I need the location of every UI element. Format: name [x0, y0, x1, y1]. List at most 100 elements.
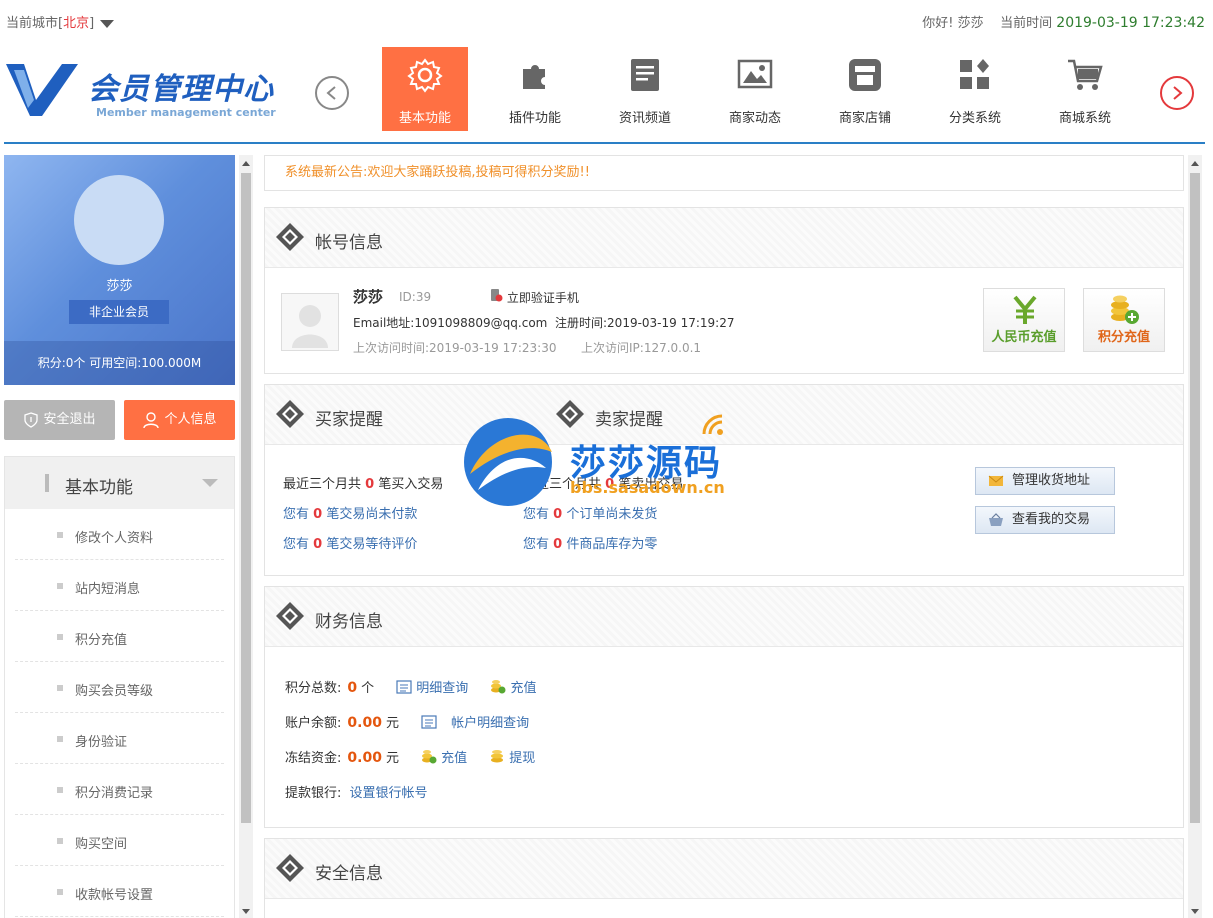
user-time-info: 你好! 莎莎 当前时间 2019-03-19 17:23:42	[922, 12, 1205, 31]
sidebar-item-edit-profile[interactable]: 修改个人资料	[15, 509, 224, 560]
sidebar-scrollbar[interactable]	[239, 155, 253, 918]
sidebar-item-messages[interactable]: 站内短消息	[15, 560, 224, 611]
city-dropdown-icon[interactable]	[100, 19, 115, 28]
buyer-reminder-title: 买家提醒	[315, 410, 383, 430]
security-panel: 安全信息	[264, 838, 1184, 918]
logo-mark-icon	[6, 64, 78, 116]
puzzle-icon	[523, 65, 545, 89]
account-email: Email地址:1091098809@qq.com	[353, 316, 548, 330]
list-icon	[421, 715, 437, 729]
chevron-right-icon	[1173, 86, 1183, 100]
cart-icon	[1068, 59, 1103, 90]
image-icon	[737, 59, 773, 89]
nav-item-mall[interactable]: 商城系统	[1042, 47, 1128, 131]
profile-name: 莎莎	[106, 279, 133, 294]
document-icon	[631, 59, 659, 91]
nav-next-button[interactable]	[1160, 76, 1194, 110]
diamond-icon	[276, 400, 304, 428]
current-time: 2019-03-19 17:23:42	[1056, 15, 1205, 31]
rmb-recharge-button[interactable]: 人民币充值	[983, 288, 1065, 352]
header: 会员管理中心 Member management center 基本功能 插件功…	[0, 40, 1213, 144]
sidebar-item-points-records[interactable]: 积分消费记录	[15, 764, 224, 815]
nav-item-store[interactable]: 商家店铺	[822, 47, 908, 131]
points-recharge-link[interactable]: 充值	[510, 681, 536, 696]
sidebar-item-payee-account[interactable]: 收款帐号设置	[15, 866, 224, 917]
default-avatar-icon	[292, 305, 328, 348]
nav-item-plugins[interactable]: 插件功能	[492, 47, 578, 131]
points-detail-link[interactable]: 明细查询	[416, 681, 468, 696]
menu-header[interactable]: 基本功能	[5, 457, 234, 509]
sidebar-item-buy-level[interactable]: 购买会员等级	[15, 662, 224, 713]
buyer-reminder-0: 最近三个月共 0 笔买入交易	[283, 477, 444, 492]
greeting: 你好! 莎莎	[922, 16, 984, 31]
nav-item-news[interactable]: 资讯频道	[602, 47, 688, 131]
phone-verify-icon	[491, 289, 503, 302]
coins-plus-icon	[491, 680, 506, 694]
nav-item-category[interactable]: 分类系统	[932, 47, 1018, 131]
diamond-icon	[276, 223, 304, 251]
points-recharge-button[interactable]: 积分充值	[1083, 288, 1165, 352]
logo[interactable]: 会员管理中心 Member management center	[6, 58, 276, 124]
diamond-icon	[276, 854, 304, 882]
account-avatar	[281, 293, 339, 351]
watermark-logo-icon	[464, 418, 552, 506]
nav-item-merchant-news[interactable]: 商家动态	[712, 47, 798, 131]
top-bar: 当前城市[北京] 你好! 莎莎 当前时间 2019-03-19 17:23:42	[0, 0, 1213, 40]
frozen-recharge-link[interactable]: 充值	[441, 751, 467, 766]
points-total: 0	[347, 680, 358, 696]
shield-icon	[24, 411, 39, 428]
watermark-url: bbs.sasadown.cn	[570, 478, 725, 497]
withdraw-link[interactable]: 提现	[509, 751, 535, 766]
diamond-icon	[276, 602, 304, 630]
scrollbar-thumb[interactable]	[1190, 173, 1200, 823]
finance-points-row: 积分总数: 0 个 明细查询 充值	[285, 680, 537, 696]
coins-icon	[491, 750, 504, 763]
avatar[interactable]	[74, 175, 164, 265]
verify-phone-link[interactable]: 立即验证手机	[489, 288, 579, 306]
view-trades-button[interactable]: 查看我的交易	[975, 506, 1115, 534]
sidebar-item-points-recharge[interactable]: 积分充值	[15, 611, 224, 662]
personal-info-button[interactable]: 个人信息	[124, 400, 235, 440]
profile-card: 莎莎 非企业会员 积分:0个 可用空间:100.000M	[4, 155, 235, 385]
sidebar-menu: 基本功能 修改个人资料 站内短消息 积分充值 购买会员等级 身份验证 积分消费记…	[4, 456, 235, 918]
chevron-left-icon	[326, 86, 336, 100]
set-bank-account-link[interactable]: 设置银行帐号	[350, 786, 428, 801]
time-label: 当前时间	[1000, 16, 1053, 31]
nav-item-basic[interactable]: 基本功能	[382, 47, 468, 131]
logo-subtitle: Member management center	[96, 106, 276, 119]
account-last-ip: 上次访问IP:127.0.0.1	[581, 341, 702, 355]
account-panel: 帐号信息 莎莎 ID:39 立即验证手机 Email地址:1091098809@…	[264, 207, 1184, 374]
list-icon	[396, 680, 412, 694]
buyer-reminder-1[interactable]: 您有 0 笔交易尚未付款	[283, 503, 417, 522]
frozen-funds: 0.00	[347, 750, 382, 766]
scrollbar-thumb[interactable]	[241, 173, 251, 823]
gear-icon	[407, 58, 443, 93]
watermark: 莎莎源码 bbs.sasadown.cn	[458, 410, 758, 510]
system-notice: 系统最新公告:欢迎大家踊跃投稿,投稿可得积分奖励!!	[264, 155, 1184, 191]
finance-bank-row: 提款银行: 设置银行帐号	[285, 786, 428, 801]
yuan-icon	[1013, 295, 1037, 324]
logout-button[interactable]: 安全退出	[4, 400, 115, 440]
account-name: 莎莎	[353, 288, 384, 306]
security-title: 安全信息	[315, 864, 383, 884]
logo-name: 会员管理中心	[88, 72, 274, 107]
finance-panel: 财务信息 积分总数: 0 个 明细查询 充值 账户余额: 0.00 元 帐户明细查询 冻…	[264, 586, 1184, 828]
account-balance: 0.00	[347, 715, 382, 731]
seller-reminder-2[interactable]: 您有 0 件商品库存为零	[523, 533, 657, 552]
coins-plus-icon	[422, 750, 437, 764]
sidebar-item-identity[interactable]: 身份验证	[15, 713, 224, 764]
buyer-reminder-2[interactable]: 您有 0 笔交易等待评价	[283, 533, 417, 552]
member-type-badge: 非企业会员	[69, 300, 169, 324]
basket-icon	[989, 513, 1003, 526]
current-city[interactable]: 当前城市[北京]	[6, 12, 115, 31]
nav-prev-button[interactable]	[315, 76, 349, 110]
envelope-icon	[988, 475, 1004, 486]
city-name: 北京	[63, 16, 90, 31]
menu-title: 基本功能	[65, 478, 133, 498]
account-detail-link[interactable]: 帐户明细查询	[451, 716, 529, 731]
sidebar-item-buy-space[interactable]: 购买空间	[15, 815, 224, 866]
store-icon	[849, 59, 881, 91]
main-scrollbar[interactable]	[1188, 155, 1202, 918]
manage-address-button[interactable]: 管理收货地址	[975, 467, 1115, 495]
coins-plus-icon	[1111, 295, 1139, 324]
